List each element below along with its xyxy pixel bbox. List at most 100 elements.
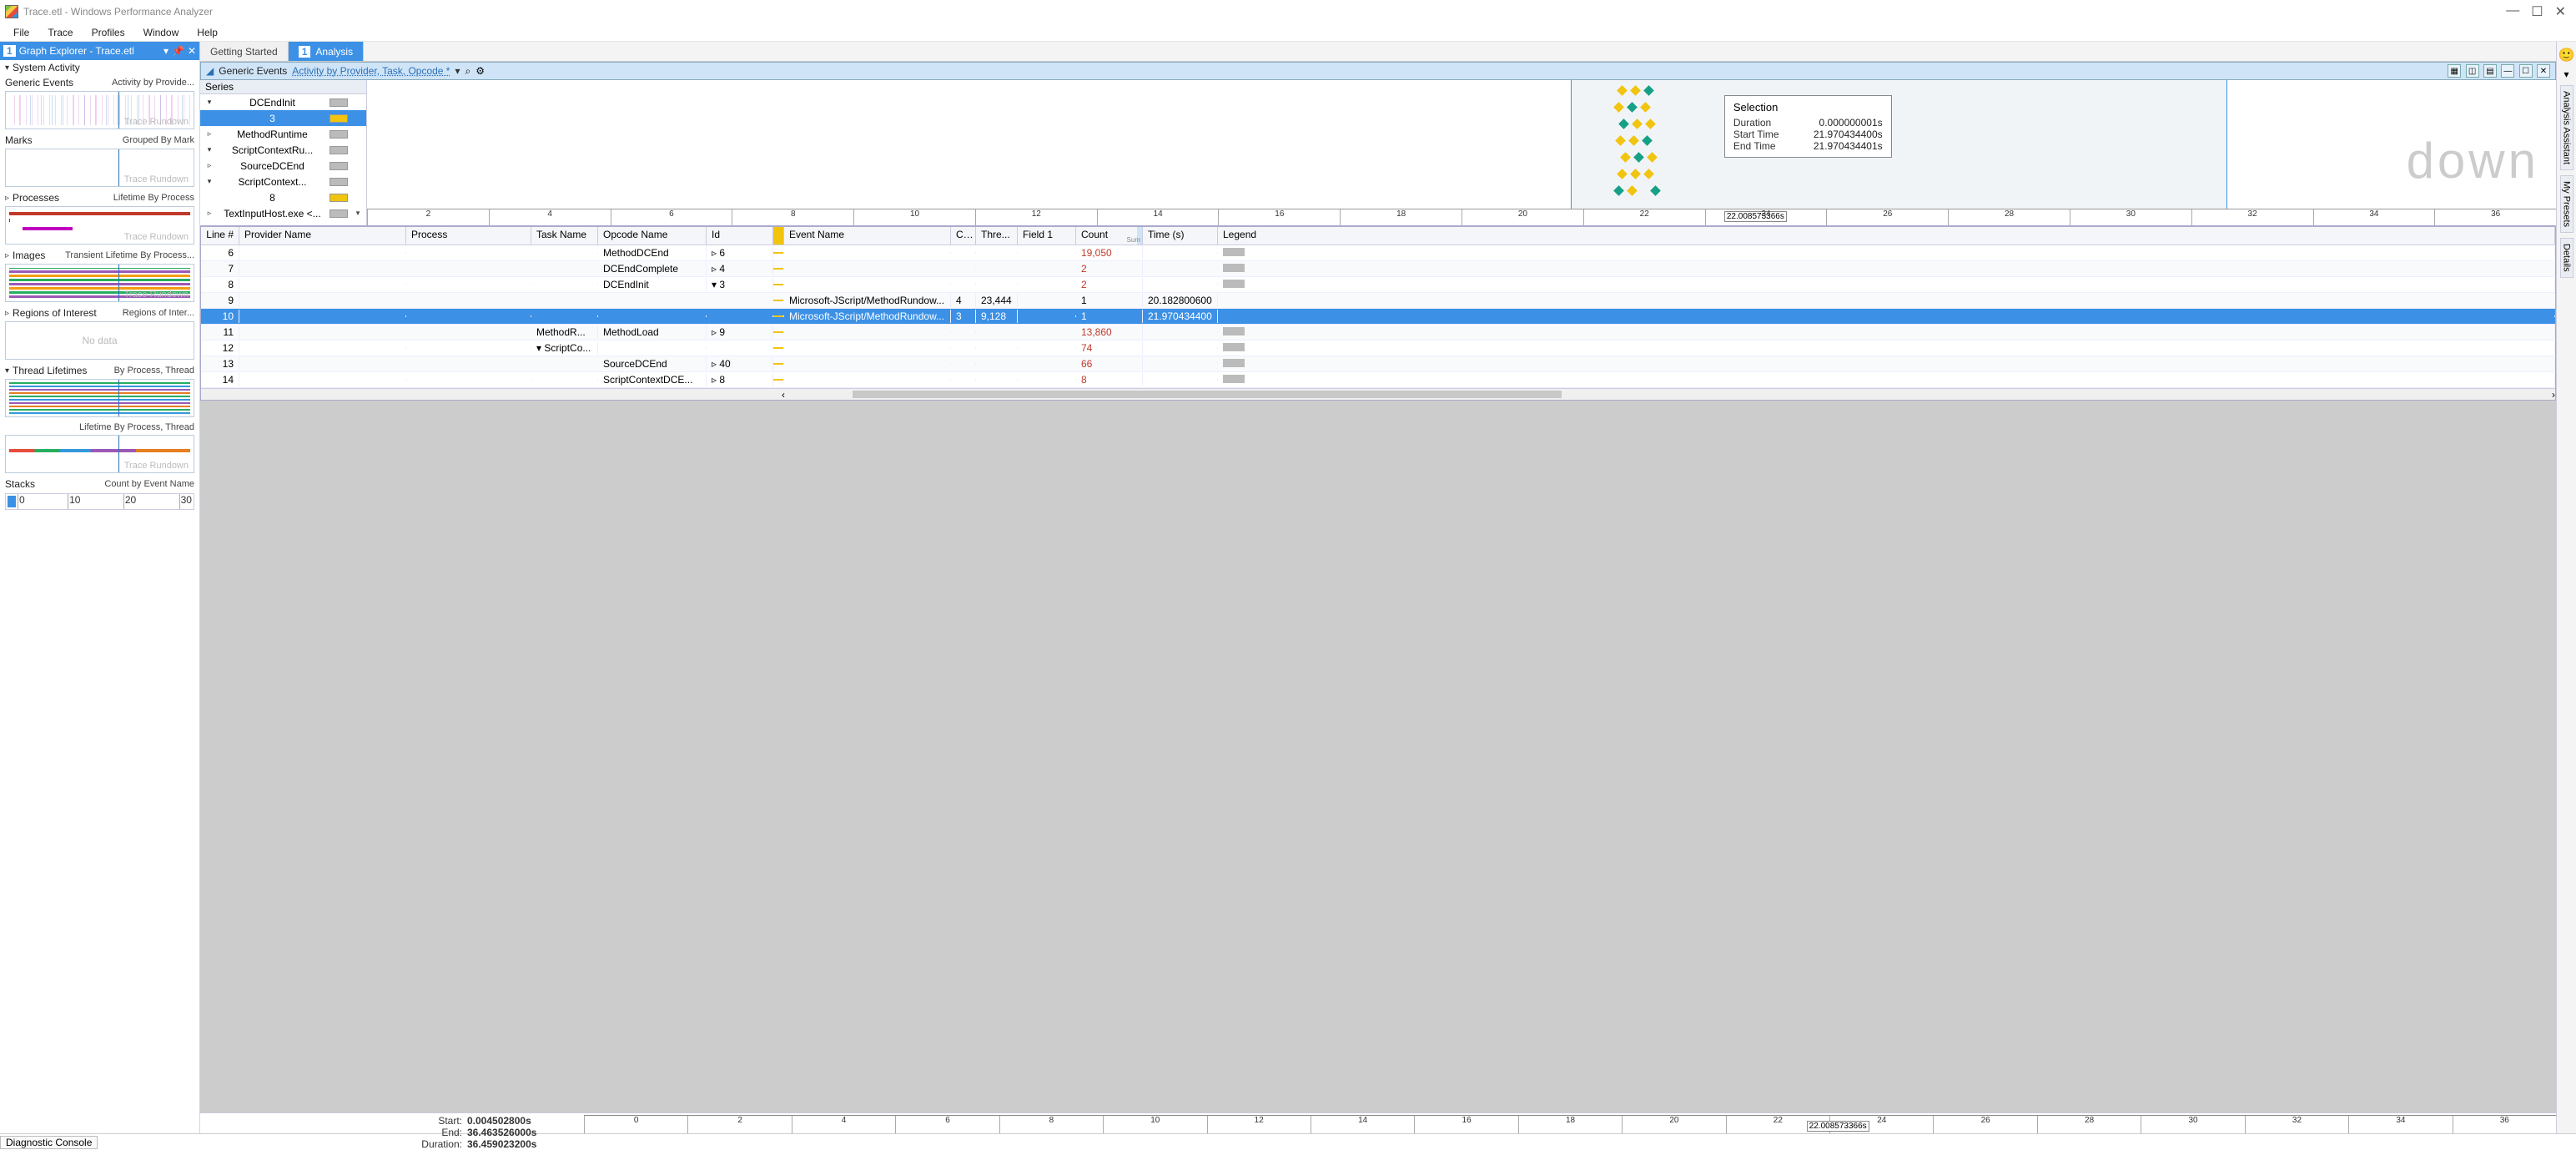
caret-right-icon[interactable]: ▹ <box>5 194 9 203</box>
series-row[interactable]: ▹ MethodRuntime <box>200 126 366 142</box>
table-row[interactable]: 9 Microsoft-JScript/MethodRundow... 4 23… <box>201 293 2555 309</box>
col-id[interactable]: Id <box>707 227 773 245</box>
col-provider[interactable]: Provider Name <box>239 227 406 245</box>
selection-marker[interactable] <box>8 496 16 507</box>
caret-right-icon[interactable]: ▹ <box>5 251 9 260</box>
section-system-activity[interactable]: ▾ System Activity <box>0 60 199 75</box>
expand-icon[interactable]: ▾ <box>204 98 215 107</box>
expand-icon[interactable]: ▾ <box>204 177 215 186</box>
col-time[interactable]: Time (s) <box>1143 227 1218 245</box>
stacks-ruler[interactable]: 0 10 20 30 <box>5 493 194 510</box>
series-row[interactable]: ▹ TextInputHost.exe <... ▾ <box>200 205 366 221</box>
layout-grid-icon[interactable]: ▦ <box>2448 64 2461 78</box>
rail-tab-details[interactable]: Details <box>2560 238 2573 278</box>
col-cpu[interactable]: C... <box>951 227 976 245</box>
rail-expand-icon[interactable]: ▾ <box>2563 68 2568 80</box>
col-event[interactable]: Event Name <box>784 227 951 245</box>
expand-icon[interactable]: ▾ <box>204 145 215 154</box>
series-row[interactable]: 8 <box>200 189 366 205</box>
col-count[interactable]: Count <box>1076 227 1143 245</box>
menu-help[interactable]: Help <box>189 25 226 40</box>
expand-icon[interactable]: ▹ <box>204 209 215 218</box>
timeline-ruler[interactable]: 22.008573366s 24681012141618202224262830… <box>367 209 2556 225</box>
series-row[interactable]: 3 <box>200 110 366 126</box>
table-row[interactable]: 7 DCEndComplete ▹ 4 2 <box>201 261 2555 277</box>
thumb-sub[interactable]: Grouped By Mark <box>123 135 194 145</box>
thumb-sub[interactable]: Count by Event Name <box>104 479 194 489</box>
rail-tab-assistant[interactable]: Analysis Assistant <box>2560 85 2573 170</box>
series-row[interactable]: ▹ SourceDCEnd <box>200 158 366 174</box>
minimize-button[interactable]: — <box>2506 3 2519 20</box>
diagnostic-console-button[interactable]: Diagnostic Console <box>0 1136 98 1149</box>
pin-icon[interactable]: 📌 <box>172 45 184 57</box>
thumb-title[interactable]: Images <box>13 250 45 261</box>
expand-icon[interactable]: ▹ <box>204 129 215 139</box>
thumb-marks[interactable]: Trace Rundown <box>5 149 194 187</box>
timeline[interactable]: down Selection Duration0.000000001s Star… <box>367 80 2556 225</box>
expand-icon[interactable]: ▹ <box>204 161 215 170</box>
col-field1[interactable]: Field 1 <box>1018 227 1076 245</box>
table-row[interactable]: 10 Microsoft-JScript/MethodRundow... 3 9… <box>201 309 2555 325</box>
chevron-down-icon[interactable]: ▾ <box>353 209 363 218</box>
thumb-regions[interactable]: No data <box>5 321 194 360</box>
table-hscroll[interactable]: ‹› <box>201 388 2555 400</box>
timeline-selection[interactable] <box>1571 80 2227 209</box>
panel-close-icon[interactable]: ✕ <box>188 45 196 57</box>
menu-trace[interactable]: Trace <box>39 25 81 40</box>
thumb-processes[interactable]: Trace Rundown <box>5 206 194 245</box>
preset-dropdown[interactable]: Activity by Provider, Task, Opcode * <box>292 65 450 77</box>
col-legend[interactable]: Legend <box>1218 227 2555 245</box>
thumb-sub[interactable]: Transient Lifetime By Process... <box>65 250 194 260</box>
thumb-title[interactable]: Processes <box>13 192 59 204</box>
caret-down-icon[interactable]: ▾ <box>5 366 9 376</box>
maximize-button[interactable]: ☐ <box>2531 3 2543 20</box>
thumb-sub[interactable]: By Process, Thread <box>114 366 194 376</box>
caret-right-icon[interactable]: ▹ <box>5 309 9 318</box>
series-row[interactable]: ▾ ScriptContext... <box>200 174 366 189</box>
thumb-sub[interactable]: Lifetime By Process <box>113 193 194 203</box>
table-row[interactable]: 14 ScriptContextDCE... ▹ 8 8 <box>201 372 2555 388</box>
layout-split-icon[interactable]: ◫ <box>2466 64 2479 78</box>
thumb-generic-events[interactable]: Trace Rundown <box>5 91 194 129</box>
layout-rows-icon[interactable]: ▤ <box>2483 64 2497 78</box>
bottom-ruler[interactable]: 22.008573366s 02468101214161820222426283… <box>584 1115 2556 1133</box>
dropdown-icon[interactable]: ▾ <box>455 65 460 77</box>
tab-analysis[interactable]: 1Analysis <box>289 42 364 61</box>
thumb-thread-lifetimes[interactable] <box>5 379 194 417</box>
thumb-thread-lifetimes-2[interactable]: Trace Rundown <box>5 435 194 473</box>
view-min-icon[interactable]: — <box>2501 64 2514 78</box>
close-button[interactable]: ✕ <box>2555 3 2566 20</box>
thumb-title[interactable]: Stacks <box>5 478 35 490</box>
thumb-sub[interactable]: Activity by Provide... <box>112 78 194 88</box>
tab-getting-started[interactable]: Getting Started <box>200 42 289 61</box>
thumb-title[interactable]: Marks <box>5 134 33 146</box>
thumb-sub[interactable]: Lifetime By Process, Thread <box>79 422 194 432</box>
collapse-icon[interactable]: ◢ <box>206 65 214 77</box>
thumb-title[interactable]: Regions of Interest <box>13 307 97 319</box>
col-opcode[interactable]: Opcode Name <box>598 227 707 245</box>
thumb-images[interactable]: Trace Rundown <box>5 264 194 302</box>
view-close-icon[interactable]: ✕ <box>2537 64 2550 78</box>
table-row[interactable]: 8 DCEndInit ▾ 3 2 <box>201 277 2555 293</box>
view-max-icon[interactable]: ☐ <box>2519 64 2533 78</box>
table-row[interactable]: 12 ▾ ScriptCo... 74 <box>201 340 2555 356</box>
table-row[interactable]: 11 MethodR... MethodLoad ▹ 9 13,860 <box>201 325 2555 340</box>
table-row[interactable]: 13 SourceDCEnd ▹ 40 66 <box>201 356 2555 372</box>
rail-tab-presets[interactable]: My Presets <box>2560 175 2573 233</box>
thumb-sub[interactable]: Regions of Inter... <box>123 308 194 318</box>
menu-file[interactable]: File <box>5 25 38 40</box>
search-icon[interactable]: ⌕ <box>465 65 471 78</box>
col-task[interactable]: Task Name <box>531 227 598 245</box>
thumb-title[interactable]: Generic Events <box>5 77 73 88</box>
menu-window[interactable]: Window <box>135 25 188 40</box>
menu-profiles[interactable]: Profiles <box>83 25 133 40</box>
table-row[interactable]: 6 MethodDCEnd ▹ 6 19,050 <box>201 245 2555 261</box>
thumb-title[interactable]: Thread Lifetimes <box>13 365 87 376</box>
series-row[interactable]: ▾ ScriptContextRu... <box>200 142 366 158</box>
gear-icon[interactable]: ⚙ <box>475 65 485 78</box>
series-row[interactable]: ▾ DCEndInit <box>200 94 366 110</box>
col-line[interactable]: Line # <box>201 227 239 245</box>
col-process[interactable]: Process <box>406 227 531 245</box>
chevron-down-icon[interactable]: ▾ <box>164 45 169 57</box>
col-thread[interactable]: Thre... <box>976 227 1018 245</box>
